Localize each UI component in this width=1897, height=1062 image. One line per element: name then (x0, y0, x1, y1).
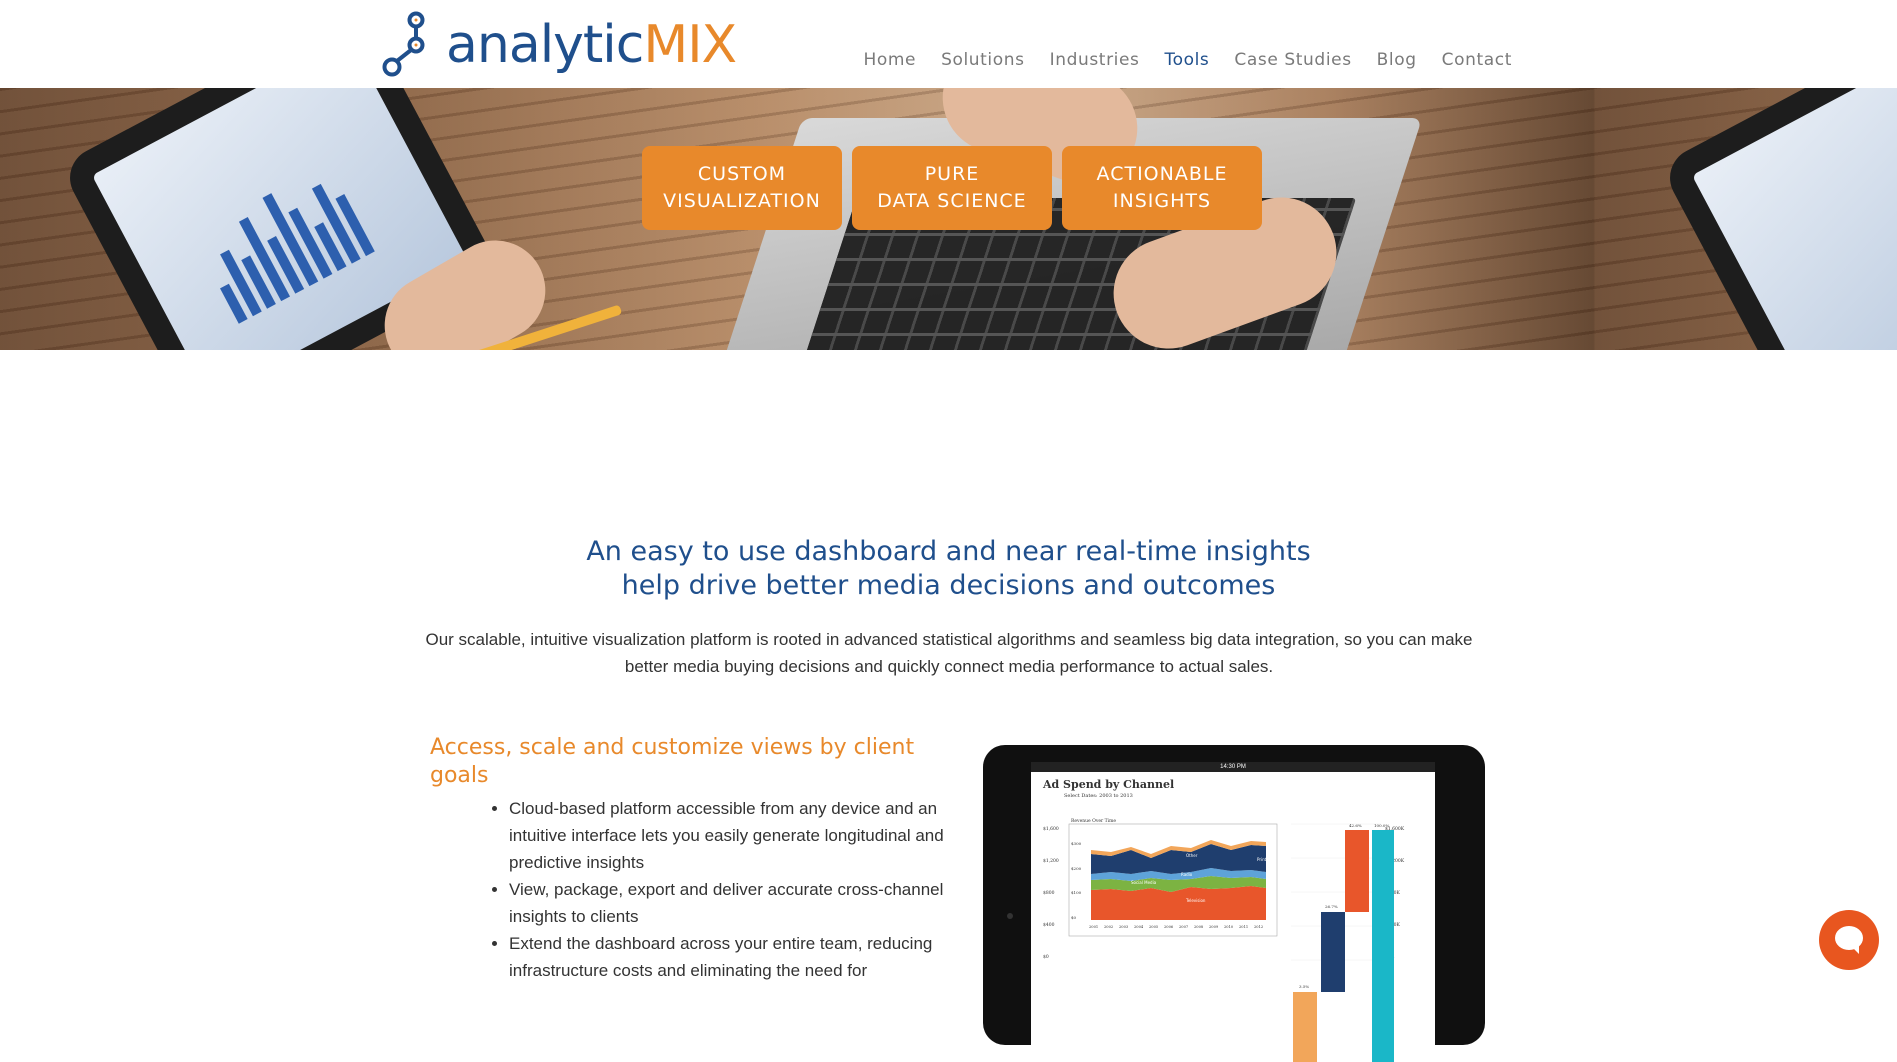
x-year: 2008 (1194, 925, 1204, 929)
logo-nodes-icon (382, 11, 425, 77)
feature-bullet-list: Cloud-based platform accessible from any… (485, 795, 979, 984)
waterfall-bar (1345, 830, 1369, 912)
nav-tools[interactable]: Tools (1165, 50, 1210, 70)
x-year: 2003 (1119, 925, 1129, 929)
hero-box-line1: PURE (924, 163, 980, 185)
feature-title: Access, scale and customize views by cli… (430, 735, 915, 788)
hero-box-line2: INSIGHTS (1112, 190, 1212, 212)
headline-line2: help drive better media decisions and ou… (621, 570, 1276, 601)
inner-tick: $0 (1071, 915, 1077, 920)
area-label: Social Media (1131, 880, 1157, 885)
site-header: analyticMIX Home Solutions Industries To… (0, 0, 1897, 88)
x-year: 2012 (1254, 925, 1263, 929)
waterfall-label: 26.7% (1325, 904, 1338, 909)
area-label: Print (1257, 857, 1267, 862)
x-year: 2001 (1089, 925, 1098, 929)
left-tick: $0 (1043, 954, 1049, 960)
waterfall-label: 42.6% (1349, 823, 1362, 828)
inner-tick: $100 (1071, 890, 1082, 895)
list-item: Extend the dashboard across your entire … (509, 930, 979, 984)
nav-home[interactable]: Home (863, 50, 916, 70)
waterfall-bar (1321, 912, 1345, 992)
list-item: Cloud-based platform accessible from any… (509, 795, 979, 876)
left-tick: $400 (1043, 922, 1055, 928)
nav-case-studies[interactable]: Case Studies (1234, 50, 1351, 70)
inner-tick: $300 (1071, 841, 1082, 846)
logo-wordmark: analyticMIX (446, 19, 737, 71)
hero-box-pure-data-science[interactable]: PURE DATA SCIENCE (852, 146, 1052, 230)
nav-industries[interactable]: Industries (1050, 50, 1140, 70)
hero-box-line2: DATA SCIENCE (877, 190, 1027, 212)
waterfall-bar (1372, 830, 1394, 1062)
hero-box-actionable-insights[interactable]: ACTIONABLE INSIGHTS (1062, 146, 1262, 230)
logo[interactable]: analyticMIX (382, 10, 737, 80)
x-year: 2004 (1134, 925, 1144, 929)
area-series-television (1091, 886, 1266, 920)
dashboard-device-mockup: 14:30 PM Ad Spend by Channel Select Date… (983, 745, 1485, 1062)
area-label: Other (1186, 853, 1198, 858)
hero-box-line1: CUSTOM (697, 163, 787, 185)
logo-text-part2: MIX (643, 15, 737, 75)
left-tick: $1,600 (1043, 826, 1059, 832)
left-tick: $800 (1043, 890, 1055, 896)
nav-blog[interactable]: Blog (1377, 50, 1417, 70)
headline-line1: An easy to use dashboard and near real-t… (586, 536, 1311, 567)
hero-box-line2: VISUALIZATION (663, 190, 821, 212)
hero-feature-boxes: CUSTOM VISUALIZATION PURE DATA SCIENCE A… (642, 146, 1262, 230)
x-year: 2002 (1104, 925, 1113, 929)
x-year: 2007 (1179, 925, 1189, 929)
x-year: 2005 (1149, 925, 1159, 929)
nav-contact[interactable]: Contact (1442, 50, 1512, 70)
device-camera (1007, 913, 1013, 919)
main-nav: Home Solutions Industries Tools Case Stu… (863, 50, 1512, 70)
waterfall-label: 3.5% (1299, 984, 1309, 989)
chat-widget-button[interactable] (1819, 910, 1879, 970)
intro-paragraph: Our scalable, intuitive visualization pl… (425, 630, 1473, 676)
area-label: Radio (1181, 872, 1193, 877)
hero-box-custom-visualization[interactable]: CUSTOM VISUALIZATION (642, 146, 842, 230)
list-item: View, package, export and deliver accura… (509, 876, 979, 930)
hero-banner: CUSTOM VISUALIZATION PURE DATA SCIENCE A… (0, 88, 1897, 350)
x-year: 2009 (1209, 925, 1219, 929)
left-tick: $1,200 (1043, 858, 1059, 864)
page-headline: An easy to use dashboard and near real-t… (0, 535, 1897, 603)
nav-solutions[interactable]: Solutions (941, 50, 1025, 70)
area-chart-title: Revenue Over Time (1071, 818, 1116, 824)
logo-text-part1: analytic (446, 15, 644, 75)
hero-box-line1: ACTIONABLE (1096, 163, 1228, 185)
dashboard-chart: $1,600 $1,200 $800 $400 $0 $1,600K $1,20… (1043, 818, 1405, 1062)
x-year: 2010 (1224, 925, 1234, 929)
x-year: 2011 (1239, 925, 1248, 929)
inner-tick: $200 (1071, 866, 1082, 871)
device-screen: 14:30 PM Ad Spend by Channel Select Date… (1031, 762, 1435, 1062)
waterfall-bar (1293, 992, 1317, 1062)
waterfall-label: 100.0% (1374, 823, 1389, 828)
x-year: 2006 (1164, 925, 1174, 929)
area-label: Television (1185, 898, 1206, 903)
